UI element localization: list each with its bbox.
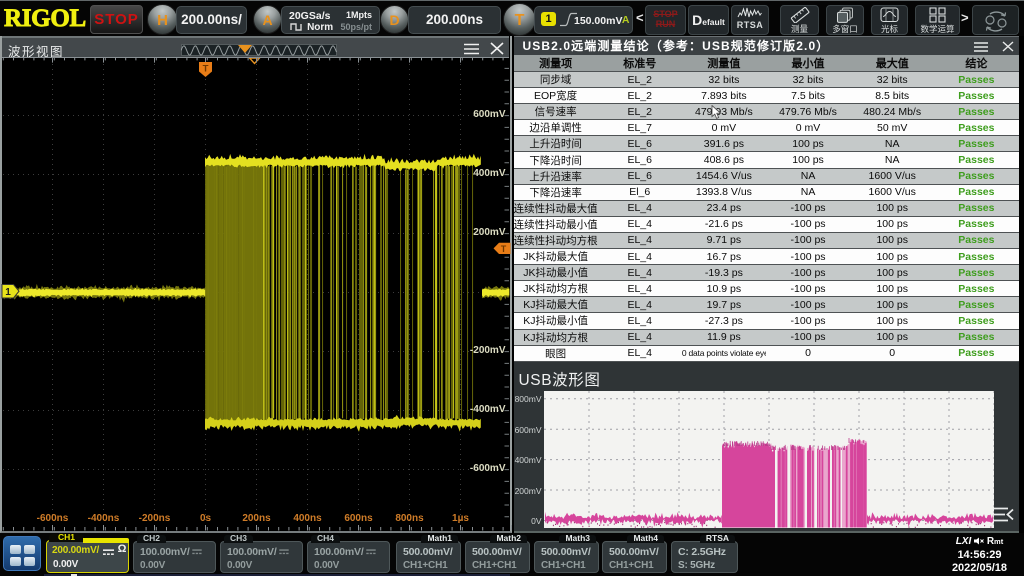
svg-text:T: T	[501, 244, 507, 254]
svg-text:T: T	[203, 64, 209, 75]
svg-text:1: 1	[5, 287, 11, 298]
